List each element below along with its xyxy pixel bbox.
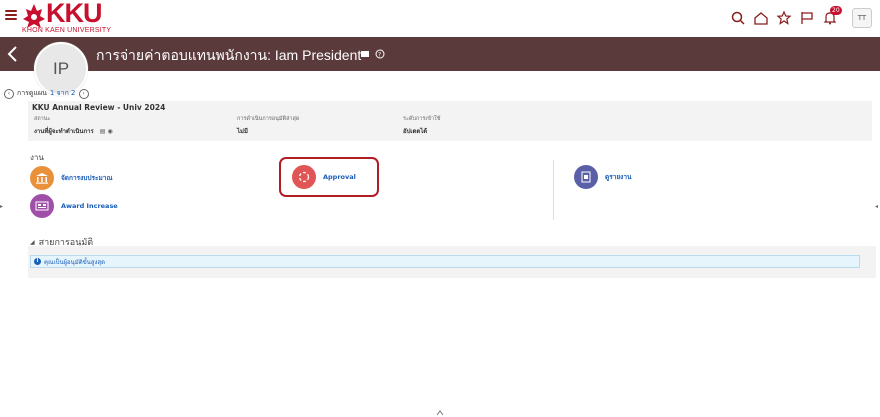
- resize-handle-icon[interactable]: [436, 410, 444, 416]
- pager-label: การดูแผน: [17, 89, 47, 97]
- search-icon[interactable]: [730, 10, 746, 26]
- task-label: จัดการงบประมาณ: [61, 174, 113, 182]
- pager-current[interactable]: 1 จาก 2: [50, 88, 76, 99]
- user-avatar[interactable]: TT: [852, 8, 872, 28]
- top-bar: KKU KHON KAEN UNIVERSITY 20 TT: [0, 0, 880, 38]
- status-detail-icon[interactable]: ▤ ◉: [100, 128, 113, 135]
- logo-subtitle: KHON KAEN UNIVERSITY: [22, 27, 112, 34]
- access-level-label: ระดับการเข้าใช้: [403, 116, 441, 122]
- notification-badge: 20: [830, 6, 842, 15]
- last-approval-label: การดำเนินการอนุมัติล่าสุด: [237, 116, 300, 122]
- home-icon[interactable]: [753, 10, 769, 26]
- info-message: i คุณเป็นผู้อนุมัติขั้นสูงสุด: [30, 255, 860, 268]
- bank-icon: [30, 166, 54, 190]
- plan-pager: ‹ การดูแผน 1 จาก 2 ›: [4, 88, 89, 99]
- task-label: Approval: [323, 173, 356, 181]
- task-label: Award Increase: [61, 202, 118, 210]
- bell-icon[interactable]: 20: [822, 6, 842, 26]
- left-edge-handle-icon[interactable]: ▸: [0, 203, 3, 210]
- award-icon: [30, 194, 54, 218]
- menu-icon[interactable]: [5, 10, 17, 20]
- flag-icon[interactable]: [799, 10, 815, 26]
- status-label: สถานะ: [34, 116, 51, 122]
- info-icon: i: [34, 258, 41, 265]
- task-award-increase[interactable]: Award Increase: [30, 194, 118, 218]
- report-icon: [574, 165, 598, 189]
- access-level-value: อัปเดตได้: [403, 128, 428, 135]
- info-text: คุณเป็นผู้อนุมัติขั้นสูงสุด: [44, 258, 105, 266]
- approval-icon: [292, 165, 316, 189]
- right-edge-handle-icon[interactable]: ◂: [875, 203, 878, 210]
- logo-text[interactable]: KKU: [46, 0, 102, 29]
- star-icon[interactable]: [776, 10, 792, 26]
- last-approval-field: การดำเนินการอนุมัติล่าสุด ไม่มี: [237, 115, 299, 136]
- tasks-heading: งาน: [30, 153, 44, 162]
- review-title: KKU Annual Review - Univ 2024: [32, 103, 166, 112]
- access-level-field: ระดับการเข้าใช้ อัปเดตได้: [403, 115, 441, 136]
- task-view-report[interactable]: ดูรายงาน: [574, 165, 631, 189]
- previous-icon[interactable]: ‹: [4, 88, 14, 99]
- kku-seal-icon: [23, 4, 45, 28]
- page-title: การจ่ายค่าตอบแทนพนักงาน: Iam President: [96, 47, 362, 63]
- banner-action-icons[interactable]: ?: [360, 48, 386, 60]
- status-value: งานที่ผู้จะทำดำเนินการ: [34, 128, 94, 135]
- task-divider: [553, 160, 554, 220]
- task-approval[interactable]: Approval: [292, 165, 356, 189]
- last-approval-value: ไม่มี: [237, 128, 248, 135]
- svg-text:?: ?: [378, 52, 381, 59]
- review-summary: KKU Annual Review - Univ 2024 สถานะ งานท…: [28, 101, 872, 141]
- task-label: ดูรายงาน: [605, 173, 632, 181]
- next-icon[interactable]: ›: [78, 88, 89, 99]
- collapse-triangle-icon[interactable]: ◢: [30, 239, 35, 246]
- status-field: สถานะ งานที่ผู้จะทำดำเนินการ ▤ ◉: [34, 115, 113, 136]
- task-manage-budget[interactable]: จัดการงบประมาณ: [30, 166, 112, 190]
- back-arrow-icon[interactable]: [6, 45, 20, 63]
